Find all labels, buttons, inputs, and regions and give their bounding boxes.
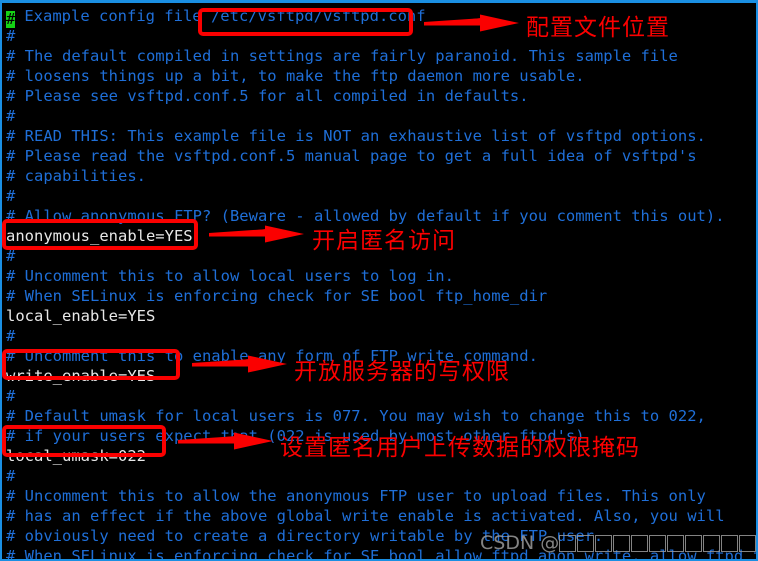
terminal-line: # capabilities. [6,167,146,185]
watermark-missing-glyph [667,535,685,552]
terminal-line: # has an effect if the above global writ… [6,507,725,525]
terminal-line: # [6,107,16,125]
terminal-line: # When SELinux is enforcing check for SE… [6,287,548,305]
watermark-missing-glyph [649,535,667,552]
csdn-watermark: CSDN @ [480,532,756,554]
terminal-line: # [6,467,16,485]
watermark-missing-glyph [595,535,613,552]
terminal-text-area[interactable]: # Example config file /etc/vsftpd/vsftpd… [2,6,756,559]
terminal-window: # Example config file /etc/vsftpd/vsftpd… [0,0,758,561]
terminal-line-text: Example config file /etc/vsftpd/vsftpd.c… [15,7,426,25]
terminal-line: # [6,327,16,345]
watermark-missing-glyph [703,535,721,552]
watermark-missing-glyph [739,535,756,552]
annotation-label-anonymous-enable: 开启匿名访问 [312,228,456,254]
terminal-line: # The default compiled in settings are f… [6,47,678,65]
watermark-missing-glyph [721,535,739,552]
annotation-label-write-enable: 开放服务器的写权限 [294,359,510,385]
terminal-line: # Please see vsftpd.conf.5 for all compi… [6,87,529,105]
watermark-missing-glyph [577,535,595,552]
terminal-line: # READ THIS: This example file is NOT an… [6,127,706,145]
watermark-prefix: CSDN @ [480,532,560,554]
terminal-line: # Uncomment this to allow local users to… [6,267,454,285]
terminal-line: # [6,387,16,405]
terminal-line: # [6,187,16,205]
terminal-line: # loosens things up a bit, to make the f… [6,67,585,85]
terminal-line: local_enable=YES [6,307,156,325]
annotation-label-local-umask: 设置匿名用户上传数据的权限掩码 [280,435,640,461]
terminal-line: # Uncomment this to allow the anonymous … [6,487,706,505]
annotation-label-config-path: 配置文件位置 [526,15,670,41]
watermark-missing-glyph [613,535,631,552]
watermark-missing-glyph [631,535,649,552]
watermark-missing-glyph [685,535,703,552]
terminal-line: # Please read the vsftpd.conf.5 manual p… [6,147,697,165]
terminal-line: # Default umask for local users is 077. … [6,407,706,425]
watermark-missing-glyph [559,535,577,552]
